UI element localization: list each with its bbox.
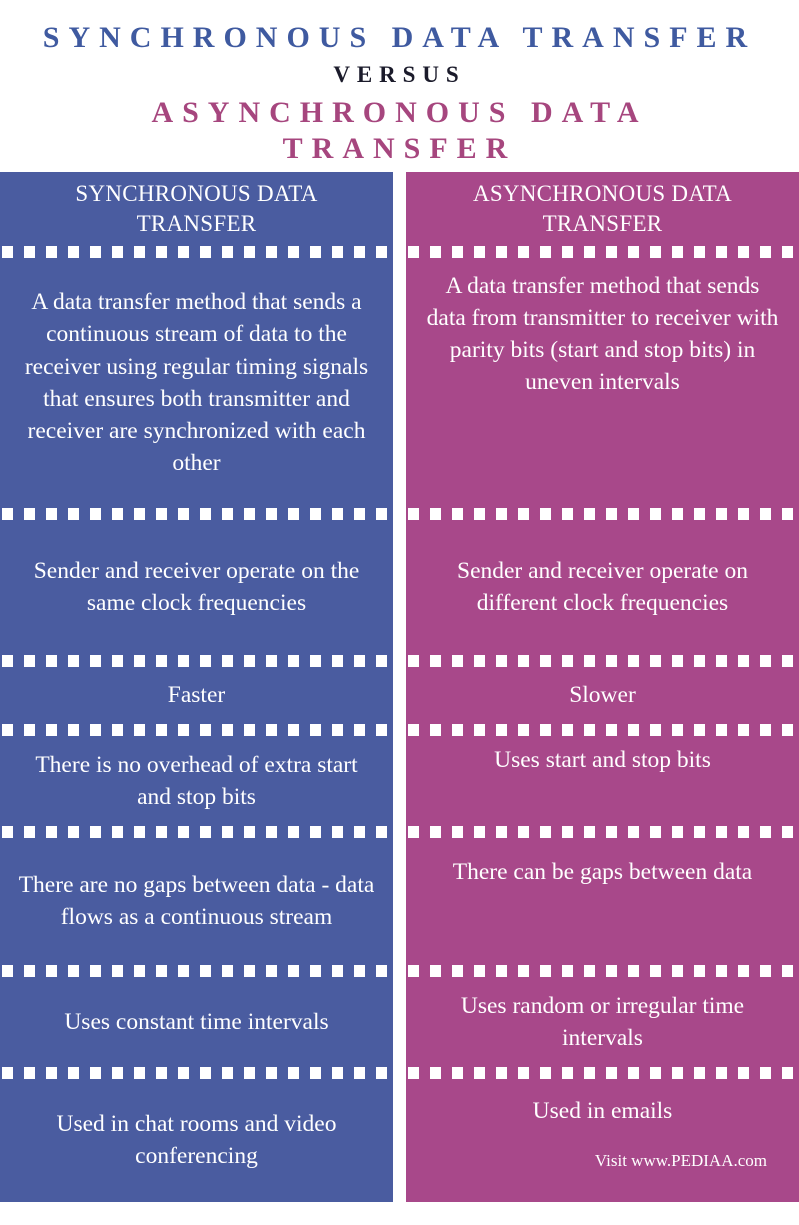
table-cell: Uses random or irregular time intervals	[460, 992, 745, 1051]
row-separator	[0, 507, 393, 520]
table-cell: A data transfer method that sends a cont…	[24, 289, 369, 477]
table-cell: Uses start and stop bits	[494, 746, 711, 773]
row-separator	[406, 245, 799, 258]
row-separator	[0, 825, 393, 838]
row-separator	[406, 654, 799, 667]
table-cell: There can be gaps between data	[452, 858, 753, 885]
table-cell: Used in chat rooms and video conferencin…	[56, 1111, 337, 1170]
row-separator	[0, 654, 393, 667]
row-separator	[406, 723, 799, 736]
title-versus: VERSUS	[333, 61, 466, 87]
comparison-table: SYNCHRONOUS DATA TRANSFER A data transfe…	[0, 171, 799, 1202]
table-cell: There are no gaps between data - data fl…	[18, 872, 375, 931]
source-credit: Visit www.PEDIAA.com	[594, 1151, 767, 1171]
column-header-left: SYNCHRONOUS DATA TRANSFER	[75, 180, 318, 236]
column-asynchronous: ASYNCHRONOUS DATA TRANSFER A data transf…	[406, 171, 799, 1202]
table-cell: Faster	[167, 682, 226, 709]
row-separator	[0, 723, 393, 736]
row-separator	[0, 1066, 393, 1079]
title-secondary: ASYNCHRONOUS DATA TRANSFER	[151, 95, 648, 166]
infographic-title: SYNCHRONOUS DATA TRANSFER VERSUS ASYNCHR…	[0, 0, 799, 168]
table-cell: Sender and receiver operate on the same …	[33, 558, 360, 617]
column-divider	[393, 171, 406, 1202]
table-cell: Slower	[569, 682, 636, 709]
table-cell: Uses constant time intervals	[64, 1008, 329, 1035]
table-cell: A data transfer method that sends data f…	[426, 272, 779, 396]
table-cell: Used in emails	[532, 1097, 673, 1124]
table-cell: There is no overhead of extra start and …	[35, 751, 358, 810]
row-separator	[406, 507, 799, 520]
row-separator	[0, 245, 393, 258]
row-separator	[406, 825, 799, 838]
row-separator	[406, 1066, 799, 1079]
title-primary: SYNCHRONOUS DATA TRANSFER	[42, 21, 757, 54]
column-header-right: ASYNCHRONOUS DATA TRANSFER	[472, 180, 733, 236]
table-cell: Sender and receiver operate on different…	[457, 558, 748, 617]
row-separator	[406, 964, 799, 977]
column-synchronous: SYNCHRONOUS DATA TRANSFER A data transfe…	[0, 171, 393, 1202]
row-separator	[0, 964, 393, 977]
